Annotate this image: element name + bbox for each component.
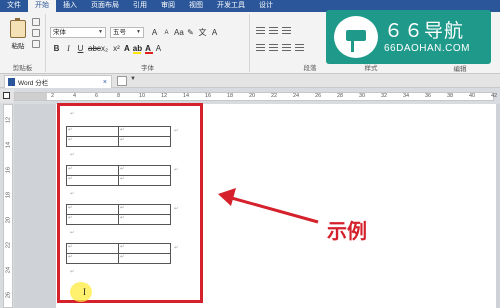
annotation-arrow [218,188,319,224]
annotation-callout: 示例 [327,219,367,243]
